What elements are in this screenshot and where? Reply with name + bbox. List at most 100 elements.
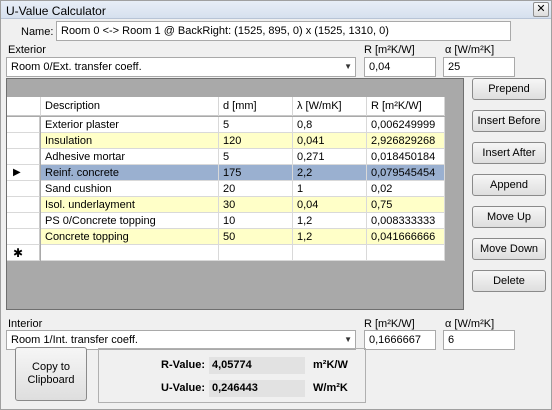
grid-cell-description[interactable]: Adhesive mortar bbox=[41, 149, 219, 165]
exterior-alpha-field[interactable]: 25 bbox=[443, 57, 515, 77]
r-value-label: R-Value: bbox=[161, 359, 206, 371]
column-header-description[interactable]: Description bbox=[41, 97, 219, 116]
layers-grid[interactable]: Description d [mm] λ [W/mK] R [m²K/W] Ex… bbox=[6, 78, 464, 310]
row-header[interactable] bbox=[7, 197, 40, 213]
grid-cell-d[interactable]: 175 bbox=[219, 165, 293, 181]
window-title: U-Value Calculator bbox=[6, 4, 106, 18]
new-row[interactable]: ✱ bbox=[7, 245, 445, 261]
u-value-output: 0,246443 bbox=[209, 380, 305, 397]
table-row[interactable]: Adhesive mortar 5 0,271 0,018450184 bbox=[7, 149, 445, 165]
grid-cell-d[interactable]: 20 bbox=[219, 181, 293, 197]
new-row-asterisk-icon[interactable]: ✱ bbox=[7, 245, 40, 261]
exterior-alpha-label: α [W/m²K] bbox=[445, 44, 495, 56]
grid-cell-lambda[interactable]: 0,8 bbox=[293, 117, 367, 133]
interior-alpha-field[interactable]: 6 bbox=[443, 330, 515, 350]
grid-cell-lambda[interactable]: 2,2 bbox=[293, 165, 367, 181]
move-up-button[interactable]: Move Up bbox=[472, 206, 546, 228]
exterior-combo-value: Room 0/Ext. transfer coeff. bbox=[11, 61, 142, 73]
exterior-r-label: R [m²K/W] bbox=[364, 44, 415, 56]
chevron-down-icon[interactable]: ▼ bbox=[344, 62, 352, 71]
interior-r-label: R [m²K/W] bbox=[364, 318, 415, 330]
grid-cell-description[interactable]: Reinf. concrete bbox=[41, 165, 219, 181]
r-value-unit: m²K/W bbox=[313, 359, 348, 371]
row-header[interactable] bbox=[7, 229, 40, 245]
exterior-label: Exterior bbox=[8, 44, 46, 56]
insert-before-button[interactable]: Insert Before bbox=[472, 110, 546, 132]
u-value-unit: W/m²K bbox=[313, 382, 348, 394]
insert-after-button[interactable]: Insert After bbox=[472, 142, 546, 164]
results-panel: R-Value: 4,05774 m²K/W U-Value: 0,246443… bbox=[98, 348, 366, 403]
grid-cell-description[interactable]: Concrete topping bbox=[41, 229, 219, 245]
grid-cell-lambda[interactable]: 0,04 bbox=[293, 197, 367, 213]
copy-button-line1: Copy to bbox=[32, 361, 70, 373]
interior-r-field[interactable]: 0,1666667 bbox=[364, 330, 436, 350]
column-header-r[interactable]: R [m²K/W] bbox=[367, 97, 445, 116]
u-value-label: U-Value: bbox=[161, 382, 206, 394]
exterior-r-field[interactable]: 0,04 bbox=[364, 57, 436, 77]
grid-cell-description[interactable]: Insulation bbox=[41, 133, 219, 149]
table-row[interactable]: Concrete topping 50 1,2 0,041666666 bbox=[7, 229, 445, 245]
name-label: Name: bbox=[21, 26, 54, 38]
grid-header: Description d [mm] λ [W/mK] R [m²K/W] bbox=[7, 97, 445, 116]
table-row[interactable]: Exterior plaster 5 0,8 0,006249999 bbox=[7, 117, 445, 133]
grid-cell-lambda[interactable]: 1 bbox=[293, 181, 367, 197]
table-row[interactable]: ▶ Reinf. concrete 175 2,2 0,079545454 bbox=[7, 165, 445, 181]
grid-cell-description[interactable]: Exterior plaster bbox=[41, 117, 219, 133]
grid-cell-lambda[interactable]: 0,271 bbox=[293, 149, 367, 165]
column-header-d[interactable]: d [mm] bbox=[219, 97, 293, 116]
table-row[interactable]: Insulation 120 0,041 2,926829268 bbox=[7, 133, 445, 149]
interior-label: Interior bbox=[8, 318, 43, 330]
grid-cell-r[interactable]: 0,02 bbox=[367, 181, 445, 197]
grid-top-band bbox=[7, 79, 463, 97]
new-row-cell[interactable] bbox=[219, 245, 293, 261]
grid-cell-description[interactable]: Sand cushion bbox=[41, 181, 219, 197]
close-button[interactable]: ✕ bbox=[533, 2, 549, 17]
column-header-lambda[interactable]: λ [W/mK] bbox=[293, 97, 367, 116]
grid-cell-r[interactable]: 0,75 bbox=[367, 197, 445, 213]
new-row-cell[interactable] bbox=[367, 245, 445, 261]
grid-cell-r[interactable]: 0,008333333 bbox=[367, 213, 445, 229]
title-bar: U-Value Calculator ✕ bbox=[1, 1, 551, 19]
current-row-arrow-icon[interactable]: ▶ bbox=[7, 165, 40, 181]
r-value-output: 4,05774 bbox=[209, 357, 305, 374]
grid-cell-d[interactable]: 5 bbox=[219, 149, 293, 165]
grid-cell-d[interactable]: 50 bbox=[219, 229, 293, 245]
name-field[interactable]: Room 0 <-> Room 1 @ BackRight: (1525, 89… bbox=[56, 21, 511, 41]
append-button[interactable]: Append bbox=[472, 174, 546, 196]
interior-alpha-label: α [W/m²K] bbox=[445, 318, 495, 330]
copy-to-clipboard-button[interactable]: Copy to Clipboard bbox=[15, 347, 87, 401]
exterior-combo[interactable]: Room 0/Ext. transfer coeff. ▼ bbox=[6, 57, 356, 77]
row-header[interactable] bbox=[7, 117, 40, 133]
grid-cell-r[interactable]: 2,926829268 bbox=[367, 133, 445, 149]
grid-header-corner bbox=[7, 97, 41, 116]
grid-cell-d[interactable]: 30 bbox=[219, 197, 293, 213]
interior-combo-value: Room 1/Int. transfer coeff. bbox=[11, 334, 138, 346]
u-value-calculator-window: U-Value Calculator ✕ Name: Room 0 <-> Ro… bbox=[0, 0, 552, 410]
delete-button[interactable]: Delete bbox=[472, 270, 546, 292]
grid-cell-lambda[interactable]: 0,041 bbox=[293, 133, 367, 149]
grid-cell-description[interactable]: PS 0/Concrete topping bbox=[41, 213, 219, 229]
prepend-button[interactable]: Prepend bbox=[472, 78, 546, 100]
copy-button-line2: Clipboard bbox=[27, 374, 75, 386]
chevron-down-icon[interactable]: ▼ bbox=[344, 335, 352, 344]
row-header[interactable] bbox=[7, 213, 40, 229]
grid-cell-r[interactable]: 0,079545454 bbox=[367, 165, 445, 181]
new-row-cell[interactable] bbox=[293, 245, 367, 261]
grid-cell-lambda[interactable]: 1,2 bbox=[293, 229, 367, 245]
grid-cell-r[interactable]: 0,041666666 bbox=[367, 229, 445, 245]
new-row-cell[interactable] bbox=[41, 245, 219, 261]
table-row[interactable]: Sand cushion 20 1 0,02 bbox=[7, 181, 445, 197]
grid-cell-r[interactable]: 0,018450184 bbox=[367, 149, 445, 165]
row-header[interactable] bbox=[7, 181, 40, 197]
grid-cell-r[interactable]: 0,006249999 bbox=[367, 117, 445, 133]
move-down-button[interactable]: Move Down bbox=[472, 238, 546, 260]
grid-cell-description[interactable]: Isol. underlayment bbox=[41, 197, 219, 213]
grid-cell-d[interactable]: 5 bbox=[219, 117, 293, 133]
table-row[interactable]: Isol. underlayment 30 0,04 0,75 bbox=[7, 197, 445, 213]
row-header[interactable] bbox=[7, 149, 40, 165]
row-header[interactable] bbox=[7, 133, 40, 149]
grid-cell-lambda[interactable]: 1,2 bbox=[293, 213, 367, 229]
table-row[interactable]: PS 0/Concrete topping 10 1,2 0,008333333 bbox=[7, 213, 445, 229]
grid-cell-d[interactable]: 120 bbox=[219, 133, 293, 149]
grid-cell-d[interactable]: 10 bbox=[219, 213, 293, 229]
